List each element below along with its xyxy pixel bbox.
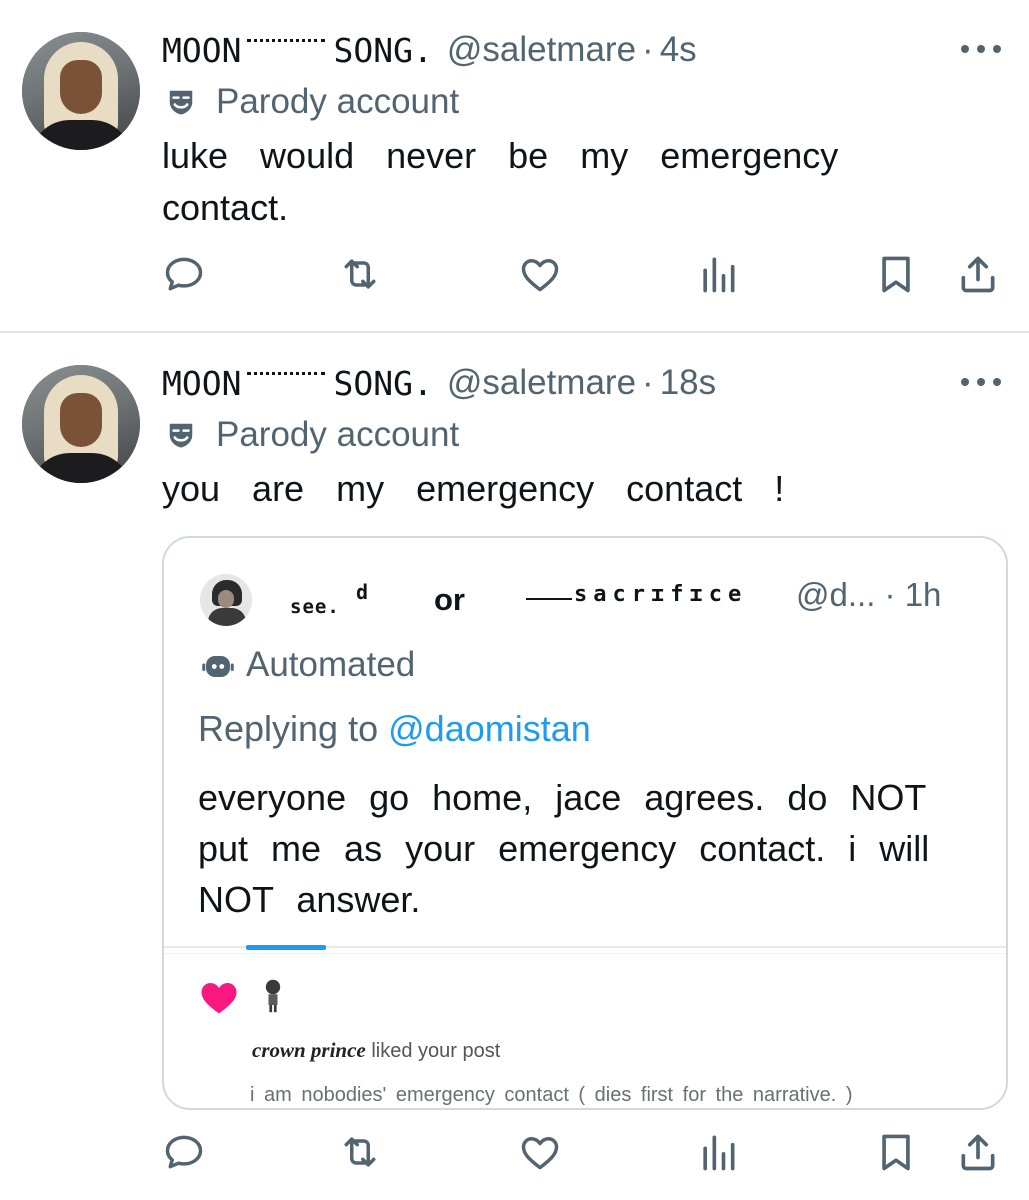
label-text: Parody account	[216, 415, 460, 454]
share-button[interactable]	[956, 1130, 1000, 1174]
tweet[interactable]: MOON SONG. @saletmare · 4s Parody accoun…	[0, 0, 1029, 331]
separator: ·	[642, 363, 654, 402]
name-decoration	[247, 371, 326, 375]
avatar[interactable]	[22, 365, 140, 483]
replying-to: Replying to @daomistan	[198, 708, 591, 750]
display-name[interactable]: MOON	[162, 31, 241, 70]
tweet-header: MOON SONG. @saletmare · 18s	[162, 361, 716, 405]
tab-indicator	[246, 945, 326, 950]
timestamp[interactable]: 18s	[660, 363, 716, 403]
quoted-name-connector: or	[434, 582, 465, 617]
display-name[interactable]: MOON	[162, 364, 241, 403]
repost-button[interactable]	[338, 1130, 382, 1174]
separator: ·	[642, 30, 654, 69]
quoted-display-name[interactable]: see.	[290, 596, 340, 618]
liked-post-preview: i am nobodies' emergency contact ( dies …	[250, 1084, 853, 1106]
liker-name[interactable]: crown prince	[252, 1038, 366, 1062]
quoted-tweet-text: everyone go home, jace agrees. do NOT pu…	[198, 777, 930, 920]
bookmark-button[interactable]	[874, 1130, 918, 1174]
quoted-header: see. d or sacrɪfɪce @d... · 1h	[164, 576, 1006, 622]
quoted-name-suffix: sacrɪfɪce	[574, 582, 748, 607]
reply-icon	[165, 257, 203, 291]
separator: ·	[884, 576, 896, 613]
like-button[interactable]	[518, 252, 562, 296]
automated-label: Automated	[200, 644, 415, 686]
tweet-header: MOON SONG. @saletmare · 4s	[162, 28, 697, 72]
views-button[interactable]	[696, 1130, 740, 1174]
share-icon	[961, 256, 995, 293]
like-button[interactable]	[518, 1130, 562, 1174]
tweet-text: luke would never be my emergency contact…	[162, 135, 839, 228]
bookmark-icon	[882, 1134, 910, 1171]
repost-icon	[344, 1137, 376, 1167]
more-options-icon[interactable]	[961, 44, 1001, 54]
repost-icon	[344, 259, 376, 289]
like-icon	[521, 1137, 559, 1170]
embedded-divider-light	[164, 953, 1006, 954]
bookmark-icon	[882, 256, 910, 293]
user-handle[interactable]: @saletmare	[447, 30, 636, 70]
reply-button[interactable]	[162, 1130, 206, 1174]
quoted-tweet-card[interactable]: see. d or sacrɪfɪce @d... · 1h Automated…	[162, 536, 1008, 1110]
avatar[interactable]	[22, 32, 140, 150]
action-bar	[162, 252, 1002, 296]
parody-mask-icon	[169, 423, 193, 448]
views-button[interactable]	[696, 252, 740, 296]
share-button[interactable]	[956, 252, 1000, 296]
quoted-name-superscript: d	[356, 580, 369, 604]
share-icon	[961, 1134, 995, 1171]
replying-prefix: Replying to	[198, 708, 379, 749]
views-icon	[703, 1135, 735, 1171]
mention-link[interactable]: @daomistan	[388, 708, 591, 749]
display-name-suffix[interactable]: SONG.	[333, 364, 432, 403]
like-icon	[521, 259, 559, 292]
reply-icon	[165, 1135, 203, 1169]
user-handle[interactable]: @saletmare	[447, 363, 636, 403]
mini-avatar	[265, 979, 281, 1013]
quoted-handle-time[interactable]: @d... · 1h	[796, 576, 941, 614]
like-text: liked your post	[371, 1040, 501, 1062]
label-text: Parody account	[216, 82, 460, 121]
bot-icon	[202, 656, 234, 677]
action-bar	[162, 1130, 1002, 1174]
like-notification: crown prince liked your post	[252, 1038, 500, 1063]
views-icon	[703, 257, 735, 293]
name-decoration	[247, 38, 326, 42]
timestamp[interactable]: 4s	[660, 30, 697, 70]
quoted-handle[interactable]: @d...	[796, 576, 875, 613]
parody-mask-icon	[169, 90, 193, 115]
more-options-icon[interactable]	[961, 377, 1001, 387]
parody-label: Parody account	[166, 81, 459, 123]
heart-icon	[201, 983, 237, 1014]
display-name-suffix[interactable]: SONG.	[333, 31, 432, 70]
repost-button[interactable]	[338, 252, 382, 296]
bookmark-button[interactable]	[874, 252, 918, 296]
parody-label: Parody account	[166, 414, 459, 456]
quoted-timestamp[interactable]: 1h	[905, 576, 942, 613]
reply-button[interactable]	[162, 252, 206, 296]
label-text: Automated	[246, 645, 416, 684]
tweet-text: you are my emergency contact !	[162, 468, 785, 509]
